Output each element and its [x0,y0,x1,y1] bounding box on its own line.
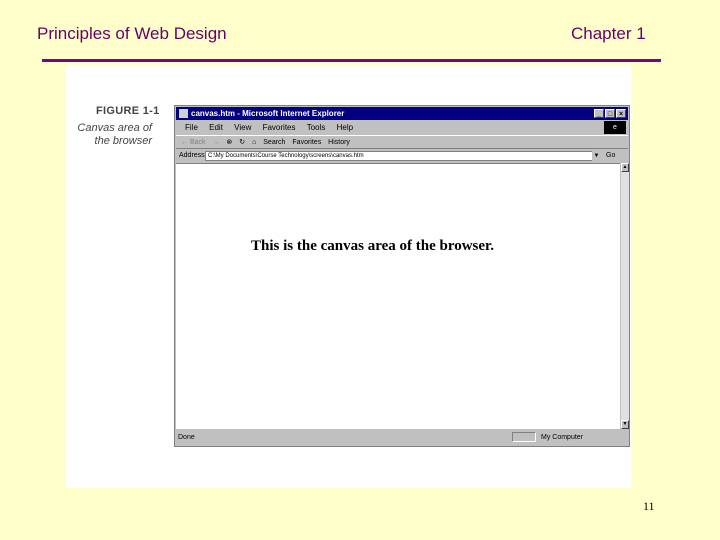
standard-toolbar: ← Back → ⊗ ↻ ⌂ Search Favorites History [176,135,628,149]
go-button[interactable]: Go [606,150,615,162]
status-zone: My Computer [541,434,584,441]
page-number: 11 [643,499,655,513]
home-button[interactable]: ⌂ [252,139,256,146]
menu-tools[interactable]: Tools [307,123,326,132]
ie-logo-icon: e [604,121,626,134]
menu-edit[interactable]: Edit [209,123,223,132]
status-bar: Done My Computer [176,431,628,444]
maximize-button[interactable]: □ [605,109,615,118]
stop-button[interactable]: ⊗ [226,139,232,146]
canvas-text: This is the canvas area of the browser. [251,238,495,254]
menu-help[interactable]: Help [337,123,353,132]
browser-canvas: This is the canvas area of the browser. [176,163,620,429]
favorites-button[interactable]: Favorites [292,139,321,146]
back-button[interactable]: ← Back [181,139,206,146]
address-input[interactable]: C:\My Documents\Course Technology\screen… [205,151,600,161]
figure-label: FIGURE 1-1 [96,105,160,117]
scroll-down-icon[interactable]: ▼ [621,420,629,429]
browser-title-bar[interactable]: canvas.htm - Microsoft Internet Explorer… [176,107,628,120]
title-divider [42,59,661,62]
ie-page-icon [179,109,188,118]
browser-window: canvas.htm - Microsoft Internet Explorer… [174,105,630,447]
refresh-button[interactable]: ↻ [239,139,245,146]
address-bar: Address C:\My Documents\Course Technolog… [176,150,628,162]
scroll-up-icon[interactable]: ▲ [621,163,629,172]
figure-caption: Canvas area of the browser [77,122,152,147]
status-text: Done [178,434,195,441]
forward-button[interactable]: → [212,139,219,146]
browser-window-title: canvas.htm - Microsoft Internet Explorer [191,109,345,118]
search-button[interactable]: Search [263,139,285,146]
history-button[interactable]: History [328,139,350,146]
close-button[interactable]: × [616,109,626,118]
vertical-scrollbar[interactable]: ▲ ▼ [620,163,629,429]
minimize-button[interactable]: _ [594,109,604,118]
slide-title-left: Principles of Web Design [37,24,227,43]
status-pane [512,432,536,442]
menu-file[interactable]: File [185,123,198,132]
address-dropdown-icon[interactable]: ▼ [592,151,601,161]
slide-title-right: Chapter 1 [571,24,646,43]
address-label: Address [179,152,205,159]
menu-favorites[interactable]: Favorites [263,123,296,132]
menu-view[interactable]: View [234,123,251,132]
menu-bar: File Edit View Favorites Tools Help e [176,121,628,134]
window-controls: _ □ × [594,109,626,118]
